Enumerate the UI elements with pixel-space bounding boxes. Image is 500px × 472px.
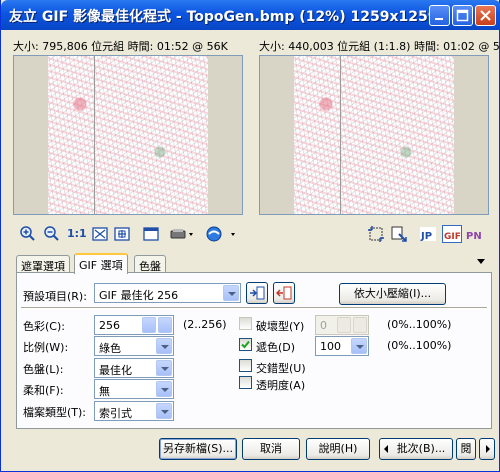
panel-menu-icon[interactable] (476, 258, 486, 266)
delete-preset-icon (276, 286, 292, 300)
spin-down-icon[interactable] (353, 317, 367, 333)
color-range: (2..256) (183, 318, 227, 331)
optimized-preview[interactable] (259, 55, 489, 215)
palette-select[interactable]: 最佳化 (94, 358, 174, 378)
jpeg-format-icon[interactable]: JP (419, 225, 437, 243)
separator (21, 307, 487, 309)
compress-by-size-button[interactable]: 依大小壓縮(I)... (339, 283, 446, 305)
interlace-label: 交錯型(U) (256, 362, 306, 375)
png-format-icon[interactable]: PN (465, 225, 483, 243)
save-preset-icon (250, 286, 265, 300)
chevron-down-icon (156, 381, 172, 397)
dither-checkbox[interactable] (239, 338, 252, 351)
color-count-spinner[interactable]: 256 (94, 315, 174, 335)
preset-select[interactable]: GIF 最佳化 256 (94, 283, 241, 303)
filetype-select[interactable]: 索引式 (94, 401, 174, 421)
chevron-down-icon (156, 338, 172, 354)
fit-image-icon[interactable] (113, 225, 131, 243)
original-preview[interactable] (13, 55, 243, 215)
title-bar[interactable]: 友立 GIF 影像最佳化程式 - TopoGen.bmp (12%) 1259x… (1, 0, 500, 30)
damage-checkbox[interactable] (239, 317, 252, 330)
resize-icon[interactable] (390, 225, 408, 243)
save-preset-button[interactable] (246, 282, 268, 304)
damage-range: (0%..100%) (387, 318, 452, 331)
window-title: 友立 GIF 影像最佳化程式 - TopoGen.bmp (12%) 1259x… (9, 9, 438, 25)
cancel-button[interactable]: 取消 (242, 438, 300, 460)
chevron-down-icon (351, 338, 367, 354)
chevron-down-icon (223, 285, 239, 301)
gif-format-icon[interactable]: GIF (442, 225, 462, 243)
tab-gif-options[interactable]: GIF 選項 (74, 253, 128, 274)
minimize-icon (435, 18, 443, 20)
svg-text:JP: JP (420, 231, 432, 242)
soften-label: 柔和(F): (23, 384, 64, 397)
crop-icon[interactable] (367, 225, 385, 243)
spin-up-icon[interactable] (337, 317, 351, 333)
batch-button[interactable]: 批次(B)... (379, 438, 453, 460)
preview-dropdown-icon[interactable] (169, 225, 195, 243)
spin-up-icon[interactable] (142, 317, 156, 333)
optimized-size-info: 大小: 440,003 位元組 (1:1.8) 時間: 01:02 @ 56K (259, 40, 500, 53)
maximize-icon (456, 9, 469, 22)
help-button[interactable]: 說明(H) (306, 438, 370, 460)
maximize-button[interactable] (452, 5, 473, 26)
damage-spinner[interactable]: 0 (315, 315, 369, 335)
close-icon (480, 10, 491, 21)
svg-text:GIF: GIF (444, 232, 461, 242)
soften-select[interactable]: 無 (94, 379, 174, 399)
filetype-label: 檔案類型(T): (23, 406, 87, 419)
palette-label: 色盤(L): (23, 363, 64, 376)
original-size-info: 大小: 795,806 位元組 時間: 01:52 @ 56K (13, 40, 228, 53)
ratio-label: 比例(W): (23, 341, 69, 354)
tab-mask-options[interactable]: 遮罩選項 (16, 255, 70, 273)
optimized-image (294, 56, 454, 214)
dither-select[interactable]: 100 (315, 336, 369, 356)
delete-preset-button[interactable] (273, 282, 295, 304)
partial-button[interactable]: 閱 (456, 438, 476, 460)
preview-divider (340, 56, 341, 214)
browser-dropdown-icon[interactable] (205, 225, 237, 243)
save-as-button[interactable]: 另存新檔(S)... (159, 438, 237, 460)
tab-palette[interactable]: 色盤 (134, 255, 166, 273)
close-button[interactable] (475, 5, 496, 26)
right-arrow-icon (486, 445, 490, 453)
left-arrow-icon (384, 445, 388, 453)
chevron-down-icon (156, 360, 172, 376)
chevron-down-icon (156, 403, 172, 419)
check-mark-icon (241, 340, 250, 349)
fit-window-icon[interactable] (91, 225, 109, 243)
minimize-button[interactable] (429, 5, 450, 26)
transparency-checkbox[interactable] (239, 376, 252, 389)
damage-label: 破壞型(Y) (256, 320, 305, 333)
dither-range: (0%..100%) (387, 339, 452, 352)
color-label: 色彩(C): (23, 320, 65, 333)
next-button[interactable] (479, 438, 495, 460)
interlace-checkbox[interactable] (239, 359, 252, 372)
single-view-icon[interactable] (142, 225, 160, 243)
actual-size-button[interactable]: 1:1 (67, 225, 87, 243)
transparency-label: 透明度(A) (256, 379, 306, 392)
preview-divider (94, 56, 95, 214)
optimizer-window: 友立 GIF 影像最佳化程式 - TopoGen.bmp (12%) 1259x… (0, 0, 500, 472)
preset-label: 預設項目(R): (23, 290, 87, 303)
dither-label: 遞色(D) (256, 341, 296, 354)
original-image (48, 56, 208, 214)
zoom-in-icon[interactable] (19, 225, 37, 243)
spin-down-icon[interactable] (158, 317, 172, 333)
zoom-out-icon[interactable] (43, 225, 61, 243)
ratio-select[interactable]: 綠色 (94, 336, 174, 356)
svg-text:PN: PN (466, 231, 482, 242)
